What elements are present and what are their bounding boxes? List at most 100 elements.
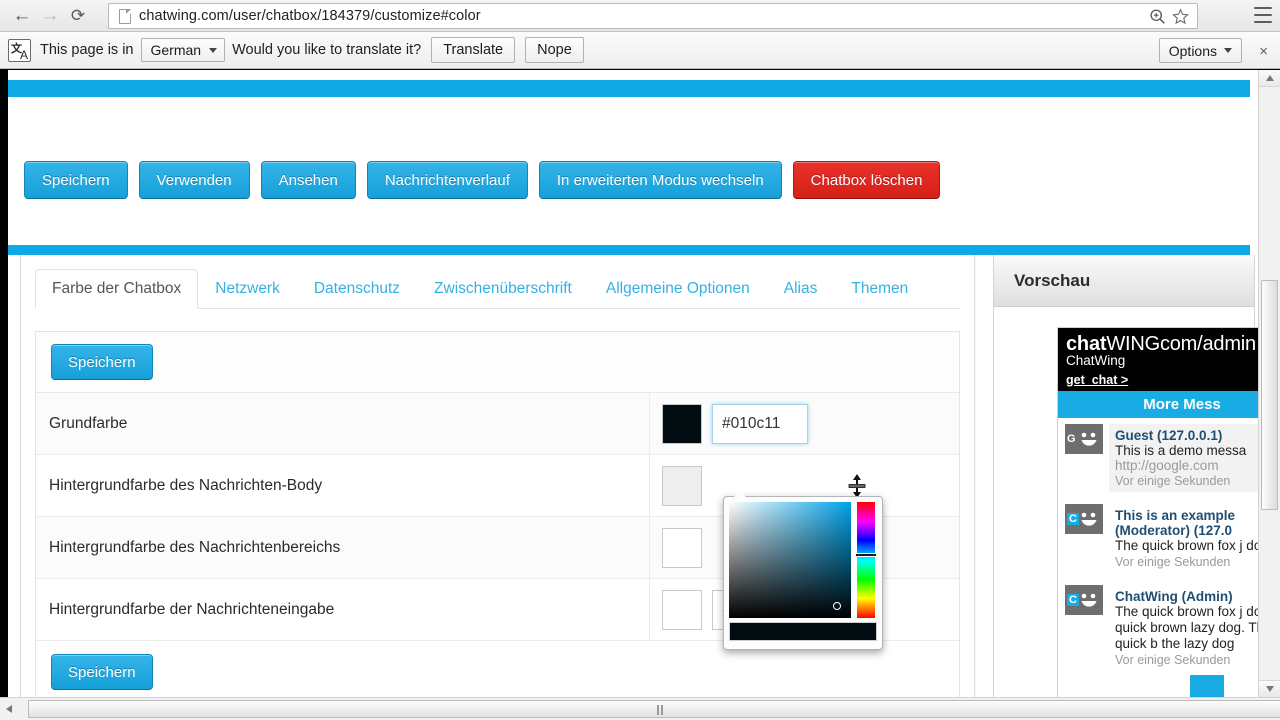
color-swatch-message-area-bg[interactable]: [662, 527, 702, 568]
horizontal-scroll-track[interactable]: [18, 698, 1280, 720]
message-bubble: Guest (127.0.0.1) This is a demo messa h…: [1109, 423, 1258, 493]
view-button[interactable]: Ansehen: [260, 161, 356, 199]
star-icon[interactable]: [1172, 7, 1189, 25]
url-text: chatwing.com/user/chatbox/184379/customi…: [139, 8, 481, 24]
message-author: Guest (127.0.0.1): [1115, 428, 1258, 443]
more-messages-button[interactable]: More Mess: [1058, 390, 1258, 418]
smiley-face-icon: [1081, 432, 1097, 446]
language-select[interactable]: German: [140, 38, 226, 62]
advanced-mode-button[interactable]: In erweiterten Modus wechseln: [538, 161, 782, 199]
message-text: The quick brown fox j dog: [1115, 538, 1258, 554]
zoom-in-icon[interactable]: [1149, 8, 1166, 25]
table-row: Grundfarbe: [36, 393, 959, 455]
tab-themes[interactable]: Themen: [834, 269, 925, 309]
chevron-down-icon: [209, 47, 218, 53]
message-link[interactable]: http://google.com: [1115, 458, 1258, 473]
vertical-scroll-thumb[interactable]: [1261, 280, 1278, 510]
save-button[interactable]: Speichern: [24, 161, 128, 199]
language-select-value: German: [150, 42, 202, 58]
row-control: [649, 393, 959, 454]
author-name: This is an example: [1115, 508, 1236, 524]
color-preview-bar: [729, 622, 877, 641]
list-item: G Guest (127.0.0.1) This is a demo messa…: [1058, 418, 1258, 499]
triangle-left-icon: [6, 705, 12, 713]
author-name: Guest: [1115, 427, 1154, 443]
screen: ← → ⟳ chatwing.com/user/chatbox/184379/c…: [0, 0, 1280, 720]
options-button[interactable]: Options: [1158, 38, 1242, 63]
message-bubble: ChatWing (Admin) The quick brown fox j d…: [1109, 585, 1258, 672]
chevron-down-icon: [1224, 48, 1232, 53]
scroll-grip-icon: [657, 705, 659, 715]
page-vertical-scrollbar[interactable]: [1258, 70, 1280, 697]
get-chat-link[interactable]: get_chat >: [1066, 373, 1258, 387]
chatbox-header: chatWINGcom/admin ChatWing get_chat >: [1058, 328, 1258, 391]
tab-general-options[interactable]: Allgemeine Optionen: [589, 269, 767, 309]
saturation-value-field[interactable]: [729, 502, 851, 618]
hex-input-base[interactable]: [712, 403, 808, 444]
message-timestamp: Vor einige Sekunden: [1115, 555, 1231, 570]
brand-top-band: [8, 80, 1250, 97]
taskbar-blue-marker: [1190, 675, 1224, 697]
settings-tabs: Farbe der Chatbox Netzwerk Datenschutz Z…: [35, 255, 960, 309]
message-bubble: This is an example (Moderator) (127.0 Th…: [1109, 504, 1258, 574]
row-label-base-color: Grundfarbe: [49, 414, 128, 432]
scroll-left-button[interactable]: [0, 698, 18, 720]
web-page: Speichern Verwenden Ansehen Nachrichtenv…: [0, 70, 1258, 697]
scroll-up-button[interactable]: [1259, 70, 1280, 87]
brand-divider-band: [8, 245, 1250, 255]
message-history-button[interactable]: Nachrichtenverlauf: [366, 161, 528, 199]
infobar-question: Would you like to translate it?: [232, 42, 422, 58]
logo-thin: WINGcom/admin: [1106, 333, 1256, 355]
back-icon[interactable]: ←: [8, 2, 36, 30]
color-swatch-base[interactable]: [662, 403, 702, 444]
tab-privacy[interactable]: Datenschutz: [297, 269, 417, 309]
preview-panel: Vorschau chatWINGcom/admin ChatWing get_…: [993, 255, 1258, 697]
tab-chatbox-color[interactable]: Farbe der Chatbox: [35, 269, 199, 309]
row-label-message-area-bg: Hintergrundfarbe des Nachrichtenbereichs: [49, 538, 341, 556]
message-author-role: (Moderator) (127.0: [1115, 523, 1233, 539]
delete-chatbox-button[interactable]: Chatbox löschen: [792, 161, 941, 199]
scroll-grip-icon: [661, 705, 663, 715]
tab-network[interactable]: Netzwerk: [198, 269, 297, 309]
hue-slider[interactable]: [856, 502, 876, 618]
chatbox-preview: chatWINGcom/admin ChatWing get_chat > Mo…: [1057, 327, 1258, 697]
sv-handle-icon[interactable]: [833, 602, 841, 610]
address-bar[interactable]: chatwing.com/user/chatbox/184379/customi…: [108, 3, 1198, 29]
browser-toolbar: ← → ⟳ chatwing.com/user/chatbox/184379/c…: [0, 0, 1280, 32]
save-bottom-button[interactable]: Speichern: [51, 654, 153, 690]
color-swatch-body-bg[interactable]: [662, 465, 702, 506]
nope-button[interactable]: Nope: [525, 37, 584, 63]
author-ip: (127.0.0.1): [1157, 427, 1223, 443]
triangle-down-icon: [1265, 686, 1274, 692]
forward-icon[interactable]: →: [36, 2, 64, 30]
triangle-up-icon: [1265, 75, 1274, 81]
get-chat-label: get_chat >: [1066, 372, 1129, 387]
hue-slider-handle-icon[interactable]: [856, 553, 876, 558]
color-picker-main: [729, 502, 877, 618]
color-picker-popup[interactable]: [723, 490, 883, 650]
save-top-button[interactable]: Speichern: [51, 344, 153, 380]
page-viewport: Speichern Verwenden Ansehen Nachrichtenv…: [0, 70, 1280, 697]
use-button[interactable]: Verwenden: [138, 161, 250, 199]
close-icon[interactable]: ×: [1259, 43, 1268, 60]
omnibox-icons: [1149, 7, 1197, 25]
chatbox-messages: G Guest (127.0.0.1) This is a demo messa…: [1058, 417, 1258, 678]
avatar: G: [1065, 423, 1103, 454]
avatar-letter: G: [1067, 432, 1076, 445]
color-swatch-input-bg[interactable]: [662, 589, 702, 630]
reload-icon[interactable]: ⟳: [64, 2, 92, 30]
page-horizontal-scrollbar[interactable]: [0, 697, 1280, 720]
avatar: C: [1065, 585, 1103, 616]
options-button-label: Options: [1168, 42, 1217, 59]
horizontal-scroll-thumb[interactable]: [28, 700, 1280, 718]
tab-alias[interactable]: Alias: [767, 269, 835, 309]
hamburger-menu-icon[interactable]: [1254, 7, 1272, 23]
message-author: This is an example: [1115, 508, 1258, 523]
message-author: ChatWing (Admin): [1115, 589, 1233, 605]
translate-button[interactable]: Translate: [431, 37, 516, 63]
avatar: C: [1065, 504, 1103, 535]
row-label-body-bg: Hintergrundfarbe des Nachrichten-Body: [49, 476, 323, 494]
tab-subheading[interactable]: Zwischenüberschrift: [417, 269, 589, 309]
message-text: The quick brown fox j dog. The quick bro…: [1115, 604, 1258, 652]
scroll-down-button[interactable]: [1259, 680, 1280, 697]
